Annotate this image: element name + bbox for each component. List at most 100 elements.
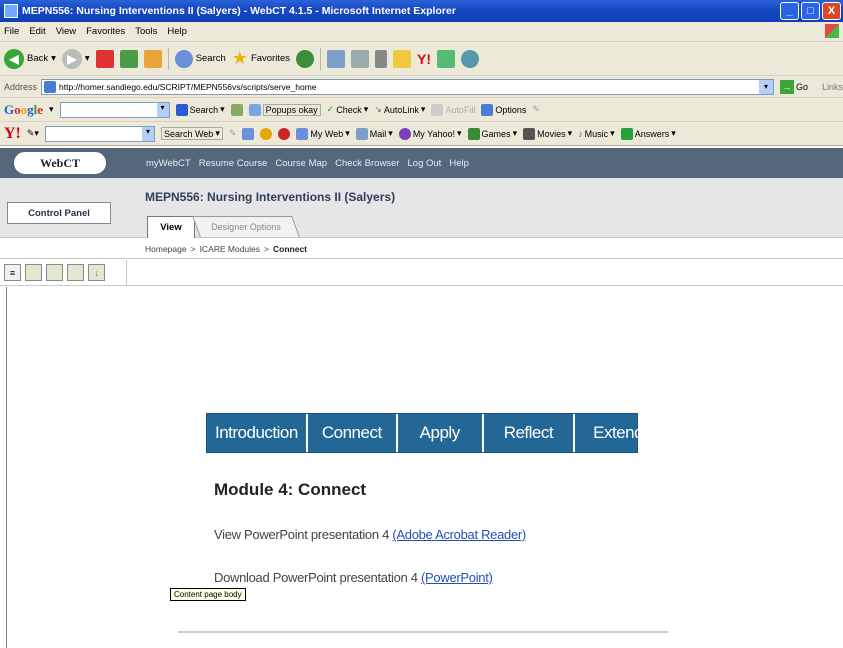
search-button[interactable]: Search [174, 49, 226, 68]
google-search-button[interactable]: Search ▾ [175, 103, 225, 116]
module-nav-connect[interactable]: Connect [308, 414, 398, 452]
powerpoint-link[interactable]: (PowerPoint) [421, 570, 493, 585]
nav-help[interactable]: Help [449, 158, 469, 169]
breadcrumb-homepage[interactable]: Homepage [145, 244, 187, 254]
spellcheck-button[interactable]: ✓ Check ▾ [327, 104, 369, 115]
autolink-button[interactable]: ↘ AutoLink ▾ [374, 104, 425, 115]
page-print-icon[interactable] [67, 264, 84, 281]
popups-button[interactable]: Popups okay [248, 103, 321, 116]
go-button[interactable]: → Go [779, 79, 808, 94]
nav-check-browser[interactable]: Check Browser [335, 158, 399, 169]
page-edit-icon[interactable] [46, 264, 63, 281]
control-panel-button[interactable]: Control Panel [7, 202, 111, 224]
yahoo-logo[interactable]: Y! [4, 125, 21, 143]
highlight-icon[interactable]: ✎ [532, 104, 540, 115]
music-button[interactable]: ♪ Music ▾ [578, 128, 615, 139]
toolbar-separator [167, 47, 169, 70]
page-image-icon[interactable] [25, 264, 42, 281]
folder-icon[interactable] [393, 49, 412, 68]
refresh-icon[interactable] [119, 49, 138, 68]
menu-bar: File Edit View Favorites Tools Help [0, 22, 843, 42]
menu-edit[interactable]: Edit [29, 26, 45, 37]
nav-resume-course[interactable]: Resume Course [199, 158, 268, 169]
yahoo-search-input[interactable]: ▾ [44, 125, 155, 142]
antispy-icon[interactable] [260, 127, 273, 140]
page-list-icon[interactable]: ≡ [4, 264, 21, 281]
window-controls: _ □ X [780, 2, 841, 20]
frame-divider [0, 287, 7, 648]
menu-file[interactable]: File [4, 26, 19, 37]
menu-view[interactable]: View [56, 26, 76, 37]
mail-icon[interactable] [327, 49, 346, 68]
pagerank-icon[interactable] [230, 103, 243, 116]
music-icon: ♪ [578, 128, 583, 139]
module-nav-introduction[interactable]: Introduction [207, 414, 308, 452]
search-label: Search [195, 53, 226, 64]
star-icon: ★ [231, 48, 248, 68]
search-web-button[interactable]: Search Web ▾ [160, 127, 223, 140]
messenger-icon[interactable] [461, 49, 480, 68]
nav-mywebct[interactable]: myWebCT [146, 158, 191, 169]
address-dropdown-icon[interactable]: ▾ [758, 79, 773, 94]
my-yahoo-button[interactable]: My Yahoo! ▾ [398, 127, 462, 140]
yahoo-dropdown-icon[interactable]: ▾ [141, 126, 154, 141]
back-label: Back [27, 53, 49, 64]
module-nav-apply[interactable]: Apply [398, 414, 484, 452]
google-logo[interactable]: Google [4, 102, 43, 118]
bookmarks-icon[interactable] [242, 127, 255, 140]
yahoo-pencil-icon[interactable]: ✎▾ [27, 128, 39, 139]
stop-icon[interactable] [95, 49, 114, 68]
movies-button[interactable]: Movies ▾ [523, 127, 572, 140]
adobe-acrobat-link[interactable]: (Adobe Acrobat Reader) [392, 527, 526, 542]
home-icon[interactable] [143, 49, 162, 68]
favorites-button[interactable]: ★ Favorites [232, 48, 290, 69]
menu-help[interactable]: Help [167, 26, 187, 37]
highlight-pen-icon[interactable]: ✎ [229, 128, 237, 139]
forward-button[interactable]: ▶ ▾ [61, 48, 90, 69]
module-nav-extend[interactable]: Extend [575, 414, 661, 452]
download-presentation-line: Download PowerPoint presentation 4 (Powe… [214, 570, 493, 585]
breadcrumb-icare-modules[interactable]: ICARE Modules [200, 244, 260, 254]
links-button[interactable]: Links [822, 82, 843, 92]
research-icon[interactable] [437, 49, 456, 68]
google-dropdown-icon[interactable]: ▾ [156, 102, 169, 117]
tab-view[interactable]: View [147, 216, 195, 238]
page-icon [44, 80, 57, 93]
popup-blocker-icon [248, 103, 261, 116]
autofill-button[interactable]: AutoFill [431, 103, 475, 116]
yahoo-messenger-icon[interactable]: Y! [417, 51, 431, 67]
mail-button[interactable]: Mail ▾ [355, 127, 393, 140]
address-input[interactable]: http://homer.sandiego.edu/SCRIPT/MEPN556… [41, 78, 774, 95]
window-titlebar: MEPN556: Nursing Interventions II (Salye… [0, 0, 843, 22]
games-button[interactable]: Games ▾ [467, 127, 517, 140]
breadcrumb: Homepage > ICARE Modules > Connect [0, 239, 843, 259]
envelope-icon [355, 127, 368, 140]
course-header: Control Panel MEPN556: Nursing Intervent… [0, 178, 843, 238]
print-icon[interactable] [351, 49, 370, 68]
breadcrumb-current: Connect [273, 243, 307, 254]
popup-icon[interactable] [278, 127, 291, 140]
favorites-label: Favorites [250, 53, 291, 64]
back-button[interactable]: ◀ Back ▾ [4, 48, 56, 69]
maximize-button[interactable]: □ [801, 2, 820, 20]
google-options-button[interactable]: Options [481, 103, 526, 116]
yahoo-toolbar: Y! ✎▾ ▾ Search Web ▾ ✎ My Web ▾ Mail ▾ M… [0, 122, 843, 146]
page-download-icon[interactable]: ↓ [88, 264, 105, 281]
module-nav-reflect[interactable]: Reflect [484, 414, 576, 452]
history-icon[interactable] [296, 49, 315, 68]
standard-toolbar: ◀ Back ▾ ▶ ▾ Search ★ Favorites Y! [0, 42, 843, 76]
my-web-button[interactable]: My Web ▾ [296, 127, 350, 140]
menu-tools[interactable]: Tools [135, 26, 157, 37]
close-button[interactable]: X [822, 2, 841, 20]
minimize-button[interactable]: _ [780, 2, 799, 20]
nav-log-out[interactable]: Log Out [408, 158, 442, 169]
webct-logo: WebCT [14, 152, 106, 174]
menu-favorites[interactable]: Favorites [86, 26, 125, 37]
answers-button[interactable]: Answers ▾ [620, 127, 676, 140]
nav-course-map[interactable]: Course Map [275, 158, 327, 169]
horizontal-rule [178, 631, 668, 633]
tab-designer-options[interactable]: Designer Options [192, 216, 300, 237]
edit-icon[interactable] [375, 49, 388, 68]
google-search-input[interactable]: ▾ [59, 101, 170, 118]
autolink-icon: ↘ [374, 104, 382, 114]
